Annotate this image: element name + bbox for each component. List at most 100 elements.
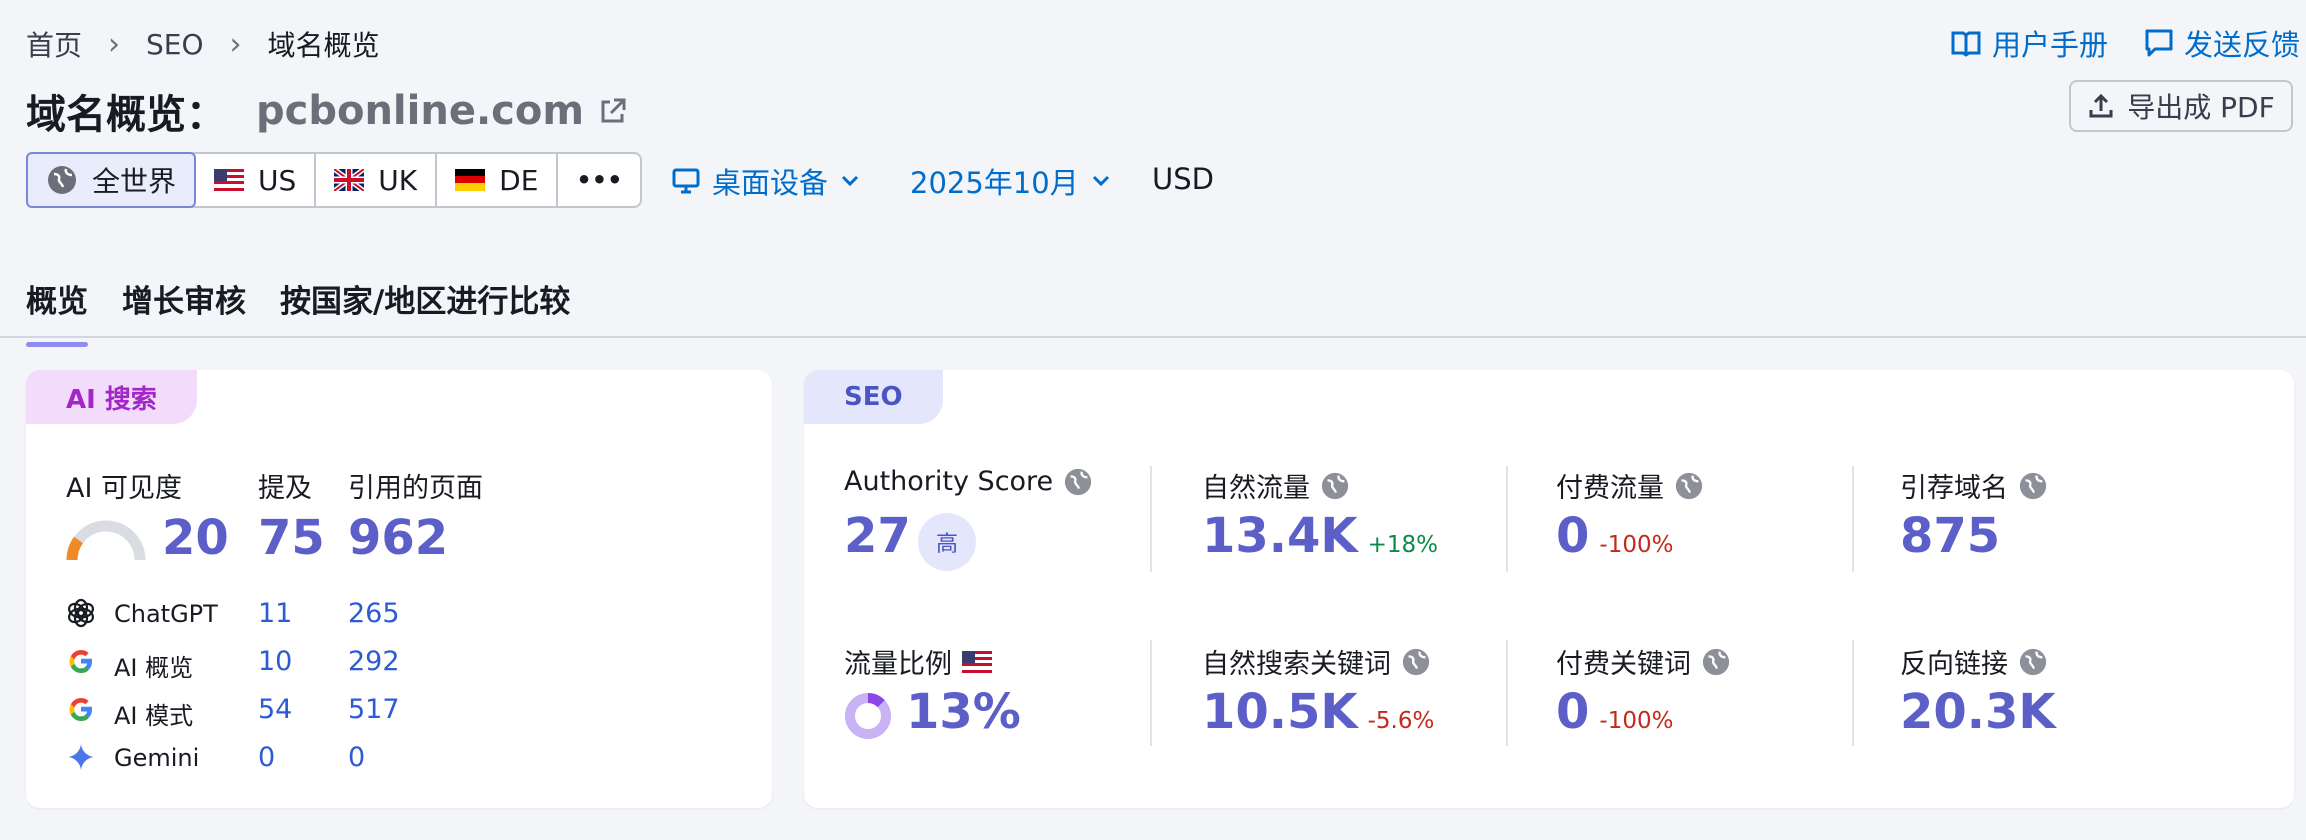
user-manual-link[interactable]: 用户手册 — [1950, 22, 2108, 64]
traffic-share-value[interactable]: 13% — [906, 684, 1021, 740]
external-link-icon[interactable] — [598, 96, 628, 126]
organic-keywords-stat: 10.5K -5.6% — [1202, 684, 1434, 740]
mentions-value[interactable]: 75 — [258, 510, 325, 566]
divider — [1150, 466, 1152, 572]
db-worldwide[interactable]: 全世界 — [26, 152, 197, 208]
tab-overview[interactable]: 概览 — [26, 276, 88, 347]
organic-keywords-value[interactable]: 10.5K — [1202, 684, 1358, 740]
authority-score-label: Authority Score — [844, 466, 1054, 497]
send-feedback-label: 发送反馈 — [2184, 28, 2301, 62]
divider — [1852, 466, 1854, 572]
breadcrumb-home[interactable]: 首页 — [26, 24, 82, 64]
date-label: 2025年10月 — [910, 166, 1079, 200]
google-icon — [69, 698, 92, 721]
paid-traffic-metric[interactable]: 付费流量 — [1556, 466, 1704, 505]
backlinks-metric[interactable]: 反向链接 — [1900, 642, 2048, 681]
more-databases-button[interactable]: ••• — [558, 154, 640, 206]
chatgpt-icon — [68, 598, 94, 628]
db-de[interactable]: DE — [437, 154, 559, 206]
platform-cited[interactable]: 292 — [348, 646, 400, 677]
seo-card: SEO Authority Score 27 高 自然流量 13.4K +18%… — [804, 370, 2294, 808]
globe-icon — [48, 166, 76, 194]
platform-mentions[interactable]: 11 — [258, 598, 292, 629]
cited-pages-value[interactable]: 962 — [348, 510, 448, 566]
db-us[interactable]: US — [196, 154, 317, 206]
desktop-icon — [672, 168, 700, 194]
paid-traffic-delta: -100% — [1599, 532, 1674, 558]
organic-keywords-delta: -5.6% — [1367, 708, 1435, 734]
upload-icon — [2089, 93, 2113, 118]
platform-mentions[interactable]: 10 — [258, 646, 292, 677]
authority-score-metric[interactable]: Authority Score — [844, 466, 1093, 497]
send-feedback-link[interactable]: 发送反馈 — [2144, 22, 2300, 64]
referring-domains-metric[interactable]: 引荐域名 — [1900, 466, 2048, 505]
ai-visibility-gauge — [66, 520, 146, 561]
breadcrumb: 首页 › SEO › 域名概览 — [26, 24, 380, 64]
platform-name: Gemini — [114, 744, 200, 772]
platform-mentions[interactable]: 54 — [258, 694, 292, 725]
us-flag-icon — [214, 169, 245, 191]
db-uk-label: UK — [378, 163, 418, 197]
platform-name: AI 概览 — [114, 654, 194, 682]
globe-icon — [1321, 472, 1349, 499]
platform-mentions[interactable]: 0 — [258, 742, 275, 773]
backlinks-value[interactable]: 20.3K — [1900, 684, 2056, 740]
paid-keywords-metric[interactable]: 付费关键词 — [1556, 642, 1731, 681]
db-us-label: US — [258, 163, 297, 197]
globe-icon — [1402, 648, 1430, 675]
breadcrumb-seo[interactable]: SEO — [146, 28, 204, 61]
us-flag-icon — [962, 650, 992, 673]
tab-divider — [0, 336, 2306, 338]
export-pdf-button[interactable]: 导出成 PDF — [2069, 80, 2293, 132]
platform-cited[interactable]: 517 — [348, 694, 400, 725]
db-worldwide-label: 全世界 — [92, 165, 177, 198]
referring-domains-label: 引荐域名 — [1900, 473, 2008, 504]
domain-link[interactable]: pcbonline.com — [256, 88, 584, 134]
uk-flag-icon — [334, 169, 365, 191]
page-title-label: 域名概览： — [26, 92, 226, 138]
mentions-label: 提及 — [258, 473, 312, 504]
paid-traffic-label: 付费流量 — [1556, 473, 1664, 504]
tab-bar: 概览 增长审核 按国家/地区进行比较 — [26, 276, 570, 347]
gemini-icon — [68, 744, 94, 770]
seo-tag: SEO — [804, 370, 943, 424]
backlinks-label: 反向链接 — [1900, 649, 2008, 680]
google-icon — [69, 650, 92, 673]
globe-icon — [1702, 648, 1730, 675]
db-de-label: DE — [499, 163, 539, 197]
platform-cited[interactable]: 0 — [348, 742, 365, 773]
list-item: Gemini 0 0 — [66, 734, 466, 782]
de-flag-icon — [455, 169, 486, 191]
ai-search-tag: AI 搜索 — [26, 370, 197, 424]
device-dropdown[interactable]: 桌面设备 — [672, 160, 860, 202]
organic-traffic-value[interactable]: 13.4K — [1202, 508, 1358, 564]
paid-keywords-delta: -100% — [1599, 708, 1674, 734]
authority-badge: 高 — [918, 513, 976, 571]
paid-traffic-value[interactable]: 0 — [1556, 508, 1589, 564]
user-manual-label: 用户手册 — [1992, 28, 2109, 62]
device-label: 桌面设备 — [712, 166, 829, 200]
traffic-share-donut — [845, 693, 891, 739]
db-uk[interactable]: UK — [316, 154, 438, 206]
chevron-right-icon: › — [229, 26, 242, 62]
tab-growth-audit[interactable]: 增长审核 — [122, 276, 246, 341]
divider — [1506, 466, 1508, 572]
ai-search-card: AI 搜索 AI 可见度 提及 引用的页面 20 75 962 ChatGPT … — [26, 370, 772, 808]
traffic-share-metric[interactable]: 流量比例 — [844, 642, 992, 681]
platform-cited[interactable]: 265 — [348, 598, 400, 629]
ai-visibility-value[interactable]: 20 — [162, 510, 229, 566]
platform-name: AI 模式 — [114, 702, 194, 730]
authority-score-value[interactable]: 27 — [844, 508, 911, 564]
divider — [1150, 640, 1152, 746]
date-dropdown[interactable]: 2025年10月 — [910, 160, 1111, 202]
tab-compare-by-country[interactable]: 按国家/地区进行比较 — [280, 276, 570, 341]
divider — [1506, 640, 1508, 746]
referring-domains-value[interactable]: 875 — [1900, 508, 2000, 564]
organic-traffic-metric[interactable]: 自然流量 — [1202, 466, 1350, 505]
organic-keywords-metric[interactable]: 自然搜索关键词 — [1202, 642, 1431, 681]
paid-keywords-value[interactable]: 0 — [1556, 684, 1589, 740]
globe-icon — [1675, 472, 1703, 499]
paid-keywords-stat: 0 -100% — [1556, 684, 1673, 740]
globe-icon — [2019, 472, 2047, 499]
chat-bubble-icon — [2145, 29, 2173, 57]
